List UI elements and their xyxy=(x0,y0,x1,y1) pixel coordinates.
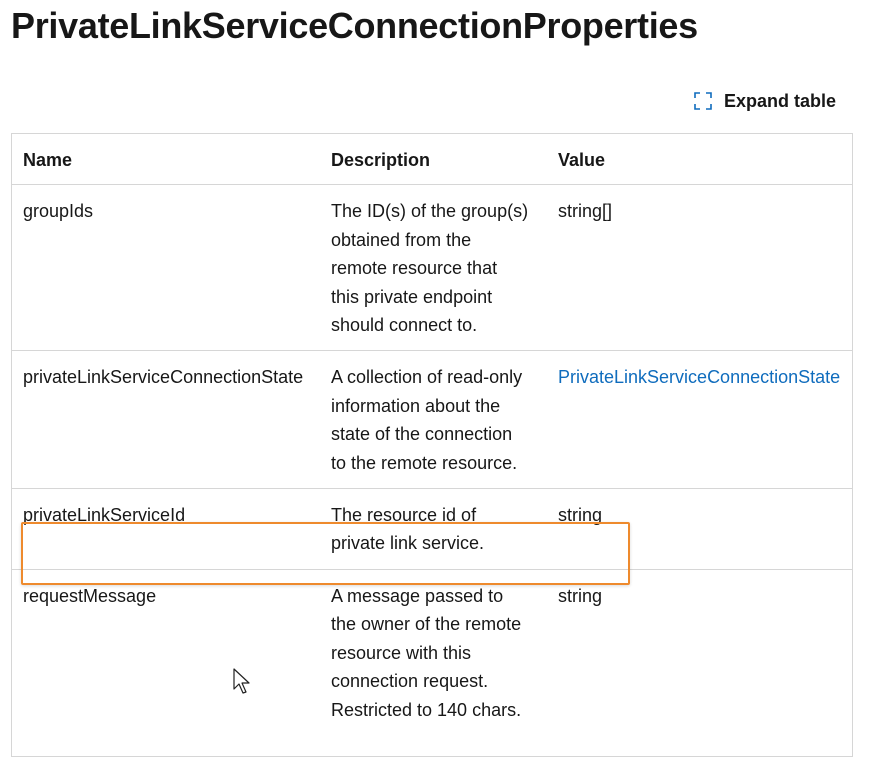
properties-table: Name Description Value groupIds The ID(s… xyxy=(11,133,853,757)
expand-table-label: Expand table xyxy=(724,90,837,111)
row-description: A message passed to the owner of the rem… xyxy=(331,585,522,720)
row-name: groupIds xyxy=(12,184,320,352)
row-value-cell: PrivateLinkServiceConnectionState xyxy=(544,350,852,490)
page: PrivateLinkServiceConnectionProperties E… xyxy=(0,0,879,781)
row-description: The ID(s) of the group(s) obtained from … xyxy=(320,184,544,352)
row-description: A collection of read-only information ab… xyxy=(320,350,544,490)
table-row: privateLinkServiceConnectionState A coll… xyxy=(12,350,852,490)
table-row: requestMessage A message passed to the o… xyxy=(12,569,852,735)
table-row: groupIds The ID(s) of the group(s) obtai… xyxy=(12,184,852,352)
row-value: string xyxy=(544,488,852,570)
header-value: Value xyxy=(544,134,852,186)
page-title: PrivateLinkServiceConnectionProperties xyxy=(11,5,698,46)
row-value: string xyxy=(558,585,603,606)
type-link-privatelinkserviceconnectionstate[interactable]: PrivateLinkServiceConnectionState xyxy=(558,367,840,387)
table-header-row: Name Description Value xyxy=(12,134,852,186)
row-name: privateLinkServiceConnectionState xyxy=(12,350,320,490)
header-description: Description xyxy=(320,134,544,186)
expand-icon xyxy=(694,92,712,110)
row-name: privateLinkServiceId xyxy=(12,488,320,570)
row-name: requestMessage xyxy=(23,585,157,606)
row-description: The resource id of private link service. xyxy=(320,488,544,570)
table-row: privateLinkServiceId The resource id of … xyxy=(12,488,852,570)
header-name: Name xyxy=(12,134,320,186)
expand-table-button[interactable]: Expand table xyxy=(688,86,842,116)
row-value: string[] xyxy=(544,184,852,352)
